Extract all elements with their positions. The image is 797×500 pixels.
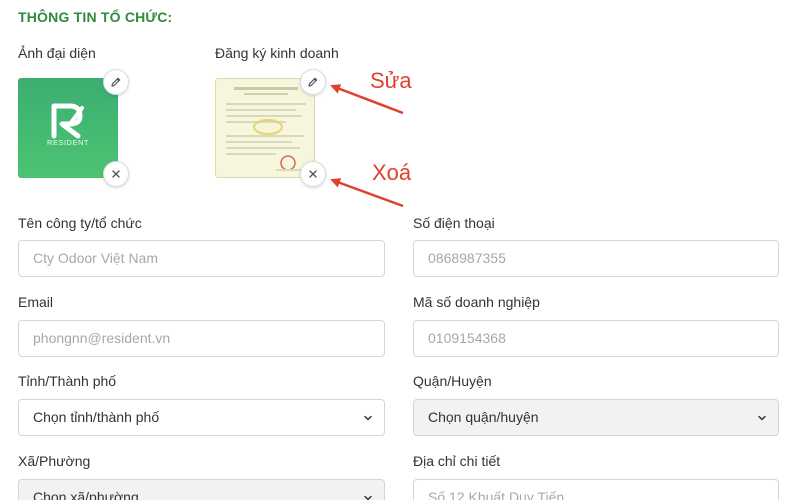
- email-label: Email: [18, 294, 54, 310]
- ward-value: Chọn xã/phường: [33, 489, 139, 500]
- edit-arrow: [330, 84, 404, 115]
- province-value: Chọn tỉnh/thành phố: [33, 409, 160, 425]
- company-name-field[interactable]: [18, 240, 385, 277]
- delete-arrow: [330, 178, 404, 208]
- tax-code-input[interactable]: [428, 321, 728, 356]
- district-select[interactable]: Chọn quận/huyện: [413, 399, 779, 436]
- province-select[interactable]: Chọn tỉnh/thành phố: [18, 399, 385, 436]
- tax-code-field[interactable]: [413, 320, 779, 357]
- chevron-down-icon: [364, 495, 372, 500]
- ward-select[interactable]: Chọn xã/phường: [18, 479, 385, 500]
- ward-label: Xã/Phường: [18, 453, 91, 469]
- address-field[interactable]: [413, 479, 779, 500]
- email-input[interactable]: [33, 321, 333, 356]
- company-name-label: Tên công ty/tổ chức: [18, 215, 142, 231]
- tax-code-label: Mã số doanh nghiệp: [413, 294, 540, 310]
- company-name-input[interactable]: [33, 241, 333, 276]
- address-input[interactable]: [428, 480, 728, 500]
- district-value: Chọn quận/huyện: [428, 409, 539, 425]
- chevron-down-icon: [364, 415, 372, 421]
- district-label: Quận/Huyện: [413, 373, 492, 389]
- phone-input[interactable]: [428, 241, 728, 276]
- phone-label: Số điện thoại: [413, 215, 495, 231]
- email-field[interactable]: [18, 320, 385, 357]
- chevron-down-icon: [758, 415, 766, 421]
- province-label: Tỉnh/Thành phố: [18, 373, 117, 389]
- phone-field[interactable]: [413, 240, 779, 277]
- address-label: Địa chỉ chi tiết: [413, 453, 501, 469]
